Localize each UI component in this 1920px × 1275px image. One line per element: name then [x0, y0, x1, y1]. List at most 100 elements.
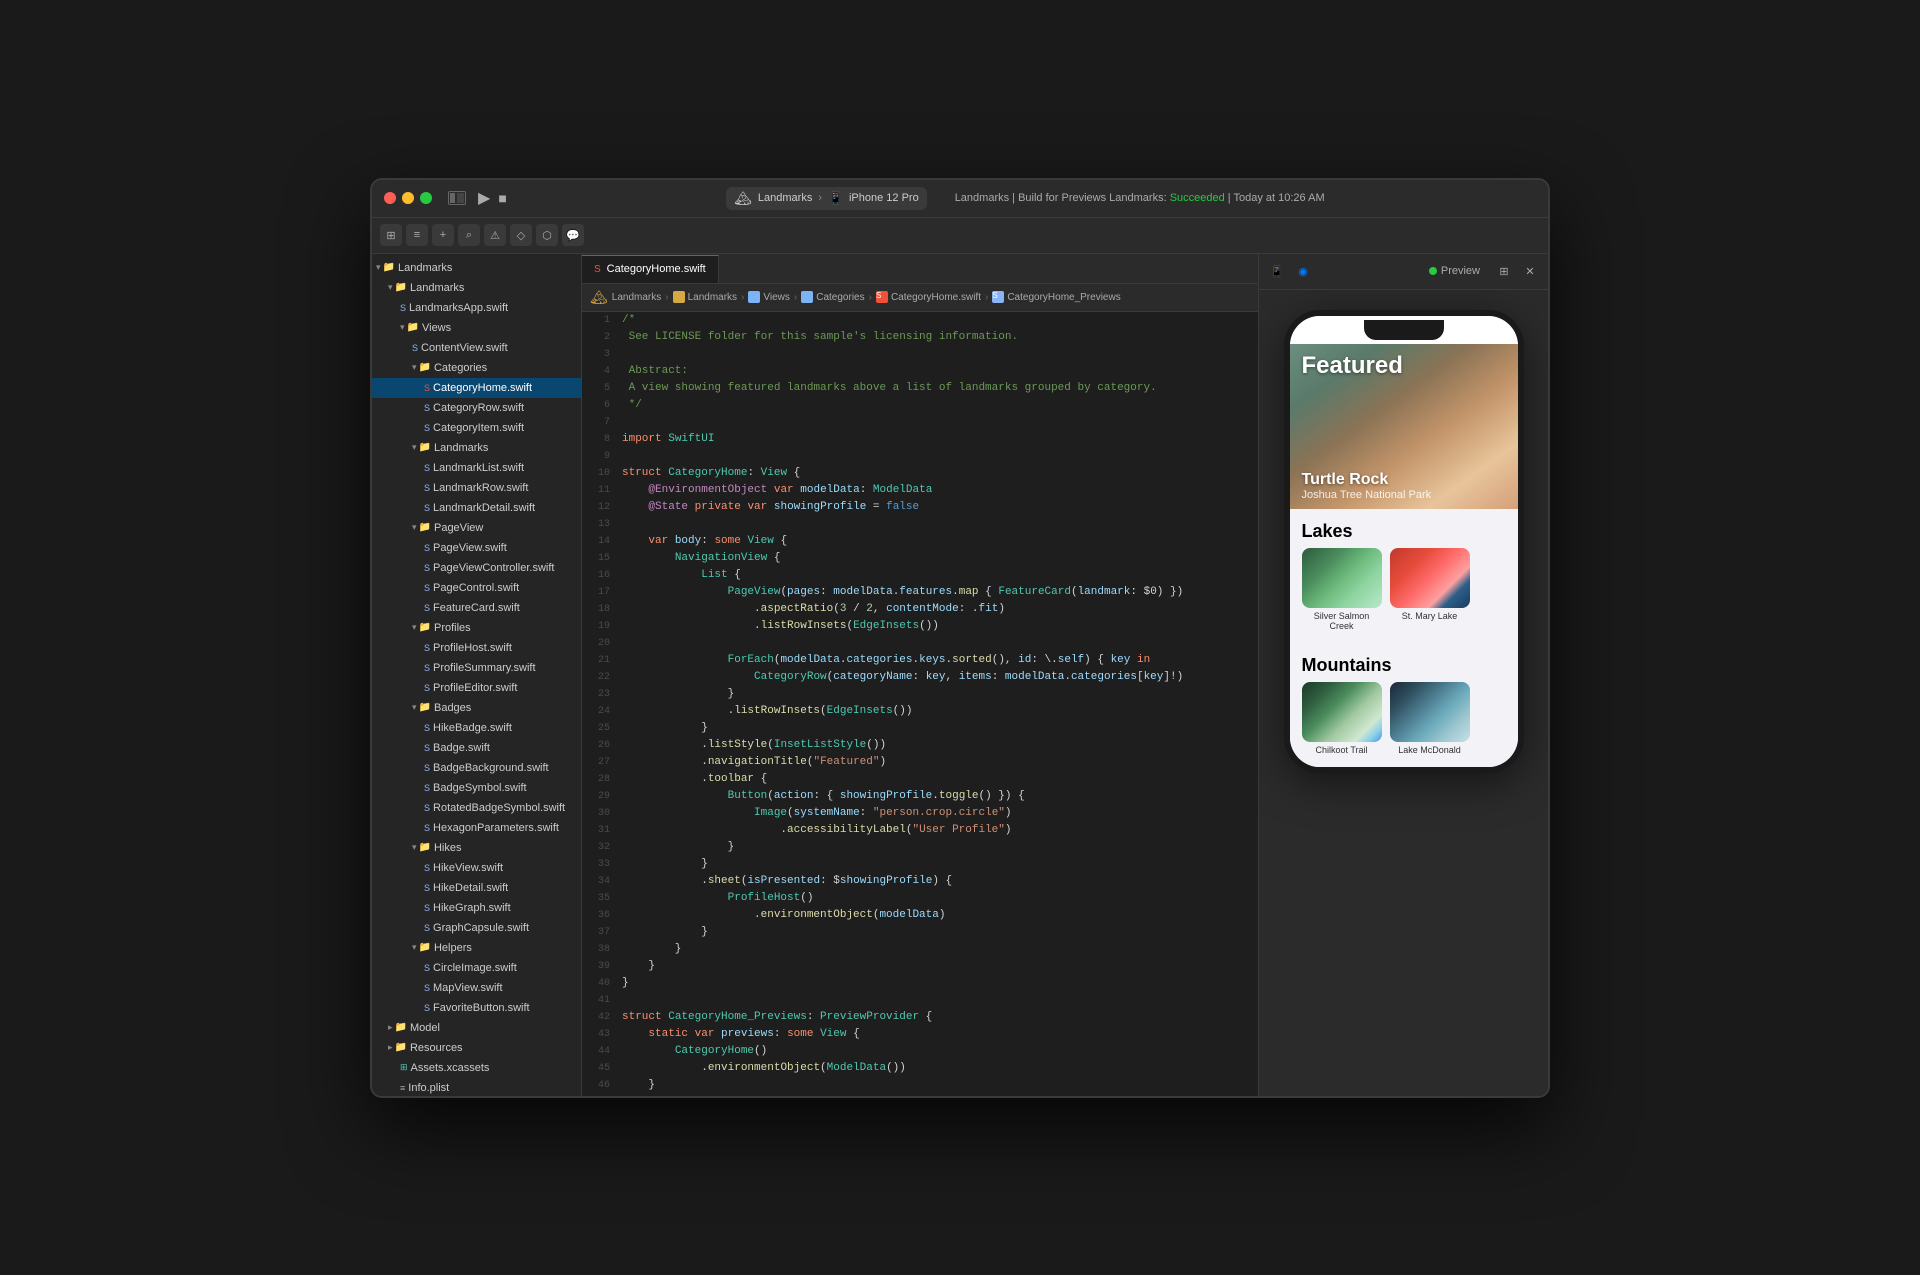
breadcrumb-landmarks[interactable]: Landmarks	[612, 292, 661, 303]
sidebar-item-badges-folder[interactable]: ▾ 📁 Badges	[372, 698, 581, 718]
sidebar-item-infoplist[interactable]: ≡ Info.plist	[372, 1078, 581, 1096]
sidebar-item-hikegraph[interactable]: S HikeGraph.swift	[372, 898, 581, 918]
sidebar-item-categories[interactable]: ▾ 📁 Categories	[372, 358, 581, 378]
breadcrumb-landmarks2[interactable]: Landmarks	[673, 291, 737, 303]
preview-mode-icon[interactable]: ◉	[1293, 261, 1313, 281]
sidebar-item-landmarkrow[interactable]: S LandmarkRow.swift	[372, 478, 581, 498]
sidebar-item-contentview[interactable]: S ContentView.swift	[372, 338, 581, 358]
sidebar-item-featurecard[interactable]: S FeatureCard.swift	[372, 598, 581, 618]
sidebar-item-hexagonparams[interactable]: S HexagonParameters.swift	[372, 818, 581, 838]
sidebar-item-pageview[interactable]: S PageView.swift	[372, 538, 581, 558]
preview-panel: 📱 ◉ Preview ⊞ ✕	[1258, 254, 1548, 1096]
sidebar-toggle-icons[interactable]	[448, 191, 466, 205]
close-button[interactable]	[384, 192, 396, 204]
list-item[interactable]: Chilkoot Trail	[1302, 682, 1382, 755]
swift-file-icon: S	[424, 963, 430, 973]
sidebar-item-helpers-folder[interactable]: ▾ 📁 Helpers	[372, 938, 581, 958]
tab-categoryhome[interactable]: S CategoryHome.swift	[582, 255, 719, 283]
breadcrumb-struct[interactable]: S CategoryHome_Previews	[992, 291, 1120, 303]
sidebar-item-profilesummary[interactable]: S ProfileSummary.swift	[372, 658, 581, 678]
code-line-13: 13	[582, 516, 1258, 533]
chevron-icon: ▾	[412, 622, 417, 633]
sidebar-label: Categories	[434, 362, 487, 374]
sidebar-label: Landmarks	[434, 442, 488, 454]
code-line-34: 34 .sheet(isPresented: $showingProfile) …	[582, 873, 1258, 890]
sidebar-item-favoritebutton[interactable]: S FavoriteButton.swift	[372, 998, 581, 1018]
sidebar-item-circleimage[interactable]: S CircleImage.swift	[372, 958, 581, 978]
run-button[interactable]: ▶	[478, 188, 490, 208]
editor-area: S CategoryHome.swift 🏔 Landmarks › Landm…	[582, 254, 1258, 1096]
sidebar-label: GraphCapsule.swift	[433, 922, 529, 934]
sidebar-item-badgebackground[interactable]: S BadgeBackground.swift	[372, 758, 581, 778]
sidebar-label: BadgeBackground.swift	[433, 762, 549, 774]
sidebar-item-landmarkdetail[interactable]: S LandmarkDetail.swift	[372, 498, 581, 518]
chevron-icon: ▾	[412, 522, 417, 533]
code-line-31: 31 .accessibilityLabel("User Profile")	[582, 822, 1258, 839]
swift-file-icon: S	[424, 1003, 430, 1013]
sidebar-item-profiles-folder[interactable]: ▾ 📁 Profiles	[372, 618, 581, 638]
mountains-scroll[interactable]: Chilkoot Trail Lake McDonald	[1290, 682, 1518, 767]
toolbar-diff-btn[interactable]: ◇	[510, 224, 532, 246]
sidebar-item-profileeditor[interactable]: S ProfileEditor.swift	[372, 678, 581, 698]
swift-file-icon: S	[424, 643, 430, 653]
breadcrumb-categories[interactable]: Categories	[801, 291, 864, 303]
sidebar-item-views[interactable]: ▾ 📁 Views	[372, 318, 581, 338]
maximize-button[interactable]	[420, 192, 432, 204]
code-line-42: 42 struct CategoryHome_Previews: Preview…	[582, 1009, 1258, 1026]
swift-file-icon: S	[424, 723, 430, 733]
code-editor[interactable]: 1 /* 2 See LICENSE folder for this sampl…	[582, 312, 1258, 1096]
list-item[interactable]: Lake McDonald	[1390, 682, 1470, 755]
preview-close-icon[interactable]: ✕	[1520, 261, 1540, 281]
code-line-40: 40 }	[582, 975, 1258, 992]
minimize-button[interactable]	[402, 192, 414, 204]
swift-file-icon: S	[424, 803, 430, 813]
sidebar-item-resources[interactable]: ▸ 📁 Resources	[372, 1038, 581, 1058]
list-item[interactable]: Silver Salmon Creek	[1302, 548, 1382, 631]
sidebar-item-mapview[interactable]: S MapView.swift	[372, 978, 581, 998]
swift-file-icon: S	[424, 983, 430, 993]
sidebar-item-pageview-folder[interactable]: ▾ 📁 PageView	[372, 518, 581, 538]
preview-settings-icon[interactable]: ⊞	[1494, 261, 1514, 281]
toolbar-message-btn[interactable]: 💬	[562, 224, 584, 246]
sidebar-item-graphcapsule[interactable]: S GraphCapsule.swift	[372, 918, 581, 938]
lakes-scroll[interactable]: Silver Salmon Creek St. Mary Lake	[1290, 548, 1518, 643]
toolbar-list-btn[interactable]: ≡	[406, 224, 428, 246]
sidebar-item-rotatedbadge[interactable]: S RotatedBadgeSymbol.swift	[372, 798, 581, 818]
toolbar-warning-btn[interactable]: ⚠	[484, 224, 506, 246]
sidebar-item-categoryrow[interactable]: S CategoryRow.swift	[372, 398, 581, 418]
sidebar-item-hikes-folder[interactable]: ▾ 📁 Hikes	[372, 838, 581, 858]
breadcrumb-views[interactable]: Views	[748, 291, 790, 303]
toolbar-add-btn[interactable]: +	[432, 224, 454, 246]
sidebar-item-landmarksapp[interactable]: S LandmarksApp.swift	[372, 298, 581, 318]
sidebar-item-badgesymbol[interactable]: S BadgeSymbol.swift	[372, 778, 581, 798]
sidebar-item-landmarklist[interactable]: S LandmarkList.swift	[372, 458, 581, 478]
breadcrumb-file[interactable]: S CategoryHome.swift	[876, 291, 981, 303]
chevron-icon: ▾	[412, 362, 417, 373]
file-navigator[interactable]: ▾ 📁 Landmarks ▾ 📁 Landmarks S LandmarksA…	[372, 254, 582, 1096]
sidebar-item-landmarks-sub[interactable]: ▾ 📁 Landmarks	[372, 438, 581, 458]
swift-file-icon: S	[424, 503, 430, 513]
sidebar-item-hikedetail[interactable]: S HikeDetail.swift	[372, 878, 581, 898]
sidebar-item-pagecontrol[interactable]: S PageControl.swift	[372, 578, 581, 598]
sidebar-item-model[interactable]: ▸ 📁 Model	[372, 1018, 581, 1038]
sidebar-item-categoryitem[interactable]: S CategoryItem.swift	[372, 418, 581, 438]
mountains-section-header: Mountains	[1290, 643, 1518, 682]
sidebar-item-profilehost[interactable]: S ProfileHost.swift	[372, 638, 581, 658]
sidebar-item-assets[interactable]: ⊞ Assets.xcassets	[372, 1058, 581, 1078]
chevron-icon: ▾	[412, 942, 417, 953]
sidebar-item-hikeview[interactable]: S HikeView.swift	[372, 858, 581, 878]
toolbar-search-btn[interactable]: ⌕	[458, 224, 480, 246]
list-item[interactable]: St. Mary Lake	[1390, 548, 1470, 631]
scheme-selector[interactable]: 🏔 Landmarks › 📱 iPhone 12 Pro	[726, 187, 927, 210]
sidebar-item-root-landmarks[interactable]: ▾ 📁 Landmarks	[372, 258, 581, 278]
device-icon[interactable]: 📱	[1267, 261, 1287, 281]
toolbar-grid-btn[interactable]: ⊞	[380, 224, 402, 246]
toolbar-bookmark-btn[interactable]: ⬡	[536, 224, 558, 246]
stop-button[interactable]: ■	[498, 190, 506, 206]
sidebar-item-hikebadge[interactable]: S HikeBadge.swift	[372, 718, 581, 738]
sidebar-item-landmarks-folder[interactable]: ▾ 📁 Landmarks	[372, 278, 581, 298]
sidebar-item-badge[interactable]: S Badge.swift	[372, 738, 581, 758]
sidebar-item-categoryhome[interactable]: S CategoryHome.swift	[372, 378, 581, 398]
sidebar-item-pageviewcontroller[interactable]: S PageViewController.swift	[372, 558, 581, 578]
main-content: ▾ 📁 Landmarks ▾ 📁 Landmarks S LandmarksA…	[372, 254, 1548, 1096]
